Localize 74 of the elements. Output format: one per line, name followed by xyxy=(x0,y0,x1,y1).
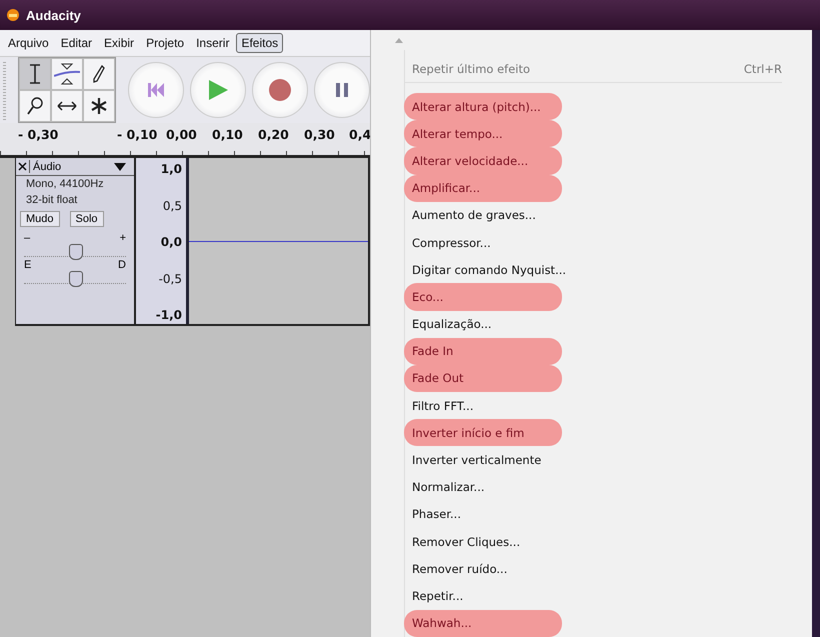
menu-item[interactable]: Inverter verticalmente xyxy=(404,446,562,474)
menu-item[interactable]: Fade Out xyxy=(404,364,562,392)
slider-track[interactable] xyxy=(24,271,126,284)
slider-label: + xyxy=(120,233,126,244)
menu-item[interactable]: Arquivo xyxy=(3,33,54,53)
slider-label: D xyxy=(118,260,126,271)
window-title: Audacity xyxy=(26,8,81,22)
ruler-label: 0,00 xyxy=(166,127,197,142)
track-info: Mono, 44100Hz xyxy=(25,177,105,192)
menu-item[interactable]: Alterar altura (pitch)... xyxy=(404,93,562,120)
menu-item-label: Repetir último efeito xyxy=(412,62,530,76)
double-arrow-icon xyxy=(57,101,77,111)
menu-item[interactable]: Inverter início e fim xyxy=(404,419,562,446)
envelope-icon xyxy=(54,63,80,85)
close-icon[interactable] xyxy=(16,160,30,173)
slider-thumb[interactable] xyxy=(69,244,83,260)
menu-item[interactable]: Eco... xyxy=(404,283,562,310)
menu-item[interactable]: Editar xyxy=(56,33,98,53)
tool-button[interactable] xyxy=(83,58,115,90)
menu-item[interactable]: Digitar comando Nyquist... xyxy=(404,256,566,284)
menu-item[interactable]: Equalização... xyxy=(404,310,562,338)
ruler-label: - 0,10 xyxy=(117,127,158,142)
tool-button[interactable] xyxy=(51,90,83,122)
menu-item[interactable]: Amplificar... xyxy=(404,174,562,202)
ruler-label: 0,20 xyxy=(258,127,289,142)
ruler-label: 0,10 xyxy=(212,127,243,142)
ruler-label: 0,30 xyxy=(304,127,335,142)
pause-icon xyxy=(336,83,348,97)
ruler-label: - 0,30 xyxy=(18,127,58,142)
tool-button[interactable] xyxy=(19,90,51,122)
track-button[interactable]: Mudo xyxy=(20,211,60,227)
menu-item[interactable]: Normalizar... xyxy=(404,474,562,501)
play-icon xyxy=(208,80,228,100)
menu-item[interactable]: Repetir... xyxy=(404,582,562,610)
app-icon xyxy=(6,8,20,22)
asterisk-icon xyxy=(90,97,108,115)
skip-start-icon xyxy=(148,83,164,97)
scale-label: 0,5 xyxy=(162,198,182,212)
pencil-icon xyxy=(93,65,105,83)
menu-item[interactable]: Remover ruído... xyxy=(404,555,562,582)
slider-thumb[interactable] xyxy=(69,271,83,287)
menu-item[interactable]: Wahwah... xyxy=(404,610,562,637)
menu-item[interactable]: Alterar velocidade... xyxy=(404,147,562,175)
menu-item[interactable]: Compressor... xyxy=(404,228,562,256)
scale-label: 0,0 xyxy=(160,235,182,249)
menu-item[interactable]: Alterar tempo... xyxy=(404,120,562,148)
track-name-dropdown[interactable]: Áudio xyxy=(30,160,114,172)
menu-item[interactable]: Efeitos xyxy=(236,33,284,53)
menu-item[interactable]: Filtro FFT... xyxy=(404,392,562,420)
slider-track[interactable] xyxy=(24,244,126,257)
menu-item[interactable]: Fade In xyxy=(404,338,562,365)
menu-item[interactable]: Exibir xyxy=(99,33,140,53)
track-button[interactable]: Solo xyxy=(70,211,104,227)
scale-label: -0,5 xyxy=(158,272,182,286)
slider-label: – xyxy=(24,233,30,244)
dropdown-arrow-icon[interactable] xyxy=(114,162,126,170)
toolbar-grip[interactable] xyxy=(3,60,6,120)
menu-item[interactable]: Projeto xyxy=(141,33,190,53)
ibeam-icon xyxy=(28,64,42,84)
tool-button[interactable] xyxy=(83,90,115,122)
menu-item[interactable]: Aumento de graves... xyxy=(404,202,562,229)
scale-label: -1,0 xyxy=(156,308,182,322)
zoom-icon xyxy=(27,97,43,115)
tool-button[interactable] xyxy=(19,58,51,90)
track-info: 32-bit float xyxy=(25,193,78,208)
menu-item[interactable]: Remover Cliques... xyxy=(404,528,562,556)
ruler-label: 0,4 xyxy=(349,127,372,142)
shortcut-label: Ctrl+R xyxy=(744,62,782,76)
menu-item[interactable]: Phaser... xyxy=(404,500,562,528)
tool-button[interactable] xyxy=(51,58,83,90)
slider-label: E xyxy=(24,260,32,271)
menu-item[interactable]: Inserir xyxy=(191,33,234,53)
record-icon xyxy=(269,79,291,101)
scale-label: 1,0 xyxy=(160,162,182,176)
